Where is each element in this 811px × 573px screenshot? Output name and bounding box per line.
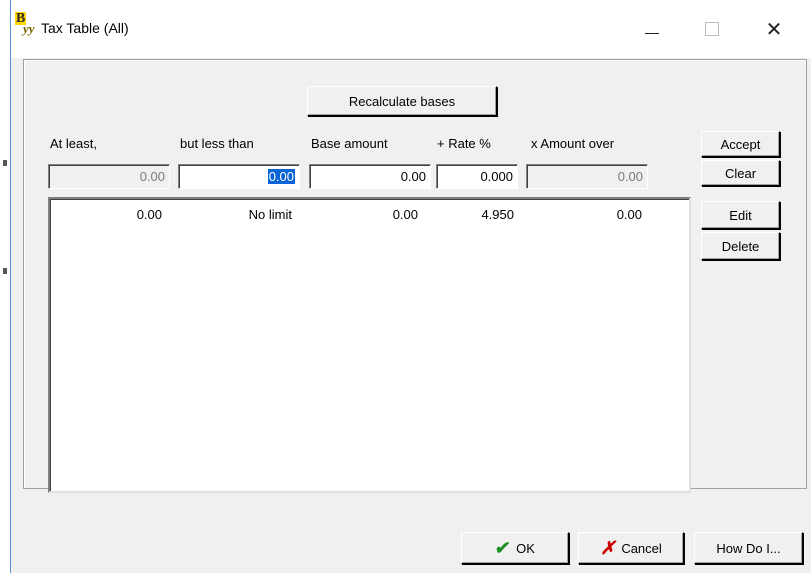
column-label-base-amount: Base amount (311, 136, 388, 151)
edit-button[interactable]: Edit (701, 201, 780, 229)
background-mark (3, 268, 7, 274)
how-do-i-label: How Do I... (716, 540, 781, 556)
row-less-than: No limit (248, 207, 292, 222)
background-mark (3, 160, 7, 166)
less-than-field[interactable]: 0.00 (178, 164, 300, 189)
x-icon: ✗ (600, 537, 616, 558)
at-least-value: 0.00 (139, 169, 165, 184)
close-icon: ✕ (765, 18, 783, 41)
row-at-least: 0.00 (136, 207, 162, 222)
app-icon: B yy (15, 12, 39, 36)
app-icon-letters-yy: yy (23, 21, 35, 36)
amount-over-value: 0.00 (617, 169, 643, 184)
rate-value: 0.000 (480, 169, 513, 184)
recalculate-bases-button[interactable]: Recalculate bases (307, 86, 497, 116)
how-do-i-button[interactable]: How Do I... (694, 532, 803, 564)
window-title: Tax Table (All) (41, 20, 129, 36)
table-row[interactable]: 0.00 No limit 0.00 4.950 0.00 (50, 199, 689, 227)
base-amount-field[interactable]: 0.00 (309, 164, 431, 189)
column-label-at-least: At least, (50, 136, 97, 151)
column-label-less-than: but less than (180, 136, 254, 151)
ok-button[interactable]: ✔ OK (461, 532, 569, 564)
title-bar: B yy Tax Table (All) ✕ (11, 0, 811, 58)
minimize-icon (645, 32, 659, 34)
less-than-value: 0.00 (267, 169, 295, 184)
delete-label: Delete (721, 238, 760, 254)
column-label-rate: + Rate % (437, 136, 491, 151)
check-icon: ✔ (493, 537, 512, 558)
at-least-field: 0.00 (48, 164, 170, 189)
base-amount-value: 0.00 (400, 169, 426, 184)
row-base-amount: 0.00 (392, 207, 418, 222)
maximize-button[interactable] (689, 0, 735, 58)
row-amount-over: 0.00 (616, 207, 642, 222)
recalculate-bases-label: Recalculate bases (348, 93, 456, 109)
amount-over-field: 0.00 (526, 164, 648, 189)
row-rate: 4.950 (481, 207, 514, 222)
ok-label: OK (516, 540, 535, 556)
minimize-button[interactable] (629, 0, 675, 58)
clear-label: Clear (724, 165, 757, 181)
cancel-button[interactable]: ✗ Cancel (578, 532, 684, 564)
cancel-label: Cancel (621, 540, 662, 556)
edit-label: Edit (729, 207, 752, 223)
accept-label: Accept (720, 136, 761, 152)
maximize-icon (705, 22, 719, 36)
rate-field[interactable]: 0.000 (436, 164, 518, 189)
column-label-amount-over: x Amount over (531, 136, 615, 151)
accept-button[interactable]: Accept (701, 131, 780, 157)
clear-button[interactable]: Clear (701, 160, 780, 186)
delete-button[interactable]: Delete (701, 232, 780, 260)
tax-table-list[interactable]: 0.00 No limit 0.00 4.950 0.00 (48, 197, 691, 493)
close-button[interactable]: ✕ (751, 0, 797, 58)
